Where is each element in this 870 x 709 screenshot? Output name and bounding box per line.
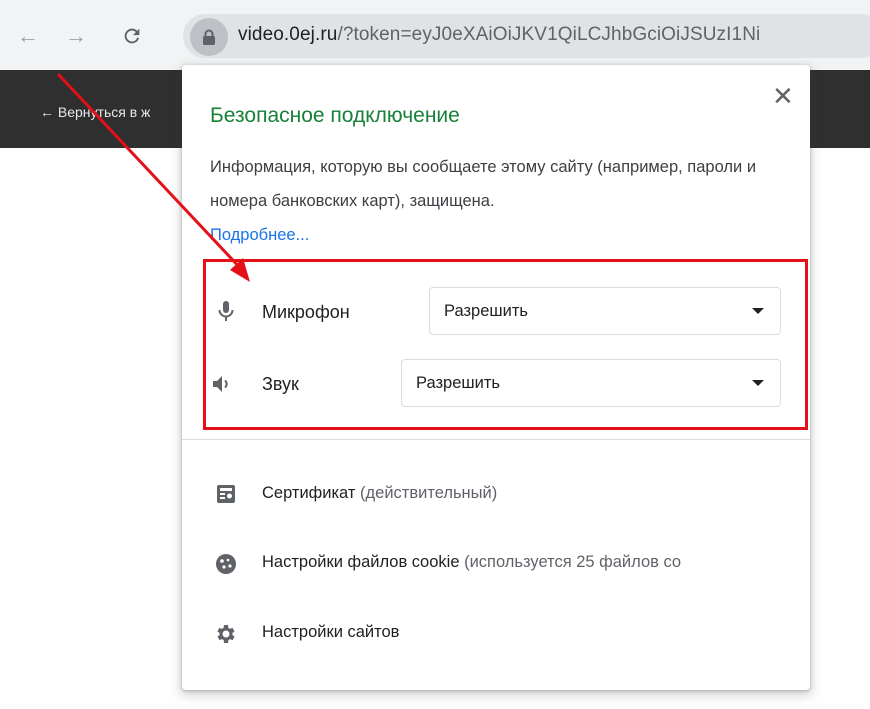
menu-item-cookies[interactable]: Настройки файлов cookie (используется 25… bbox=[262, 553, 681, 572]
certificate-label: Сертификат bbox=[262, 484, 356, 502]
more-link[interactable]: Подробнее... bbox=[210, 226, 309, 245]
menu-item-site-settings[interactable]: Настройки сайтов bbox=[262, 623, 399, 642]
url-path: /?token=eyJ0eXAiOiJKV1QiLCJhbGciOiJSUzI1… bbox=[337, 24, 761, 45]
forward-arrow-icon[interactable]: → bbox=[62, 22, 90, 50]
site-settings-label: Настройки сайтов bbox=[262, 623, 400, 641]
popup-description: Информация, которую вы сообщаете этому с… bbox=[210, 158, 757, 210]
cookies-count: (используется 25 файлов со bbox=[459, 553, 682, 571]
reload-icon[interactable] bbox=[118, 22, 146, 50]
url-domain: video.0ej.ru bbox=[238, 24, 338, 45]
lock-icon bbox=[203, 29, 215, 45]
back-arrow-icon[interactable]: ← bbox=[14, 22, 42, 50]
popup-divider bbox=[182, 439, 810, 440]
certificate-status: (действительный) bbox=[355, 484, 498, 502]
gear-icon bbox=[217, 625, 235, 643]
site-info-button[interactable] bbox=[190, 18, 228, 56]
url-text[interactable]: video.0ej.ru/?token=eyJ0eXAiOiJKV1QiLCJh… bbox=[238, 24, 760, 46]
cookies-label: Настройки файлов cookie bbox=[262, 553, 460, 571]
certificate-icon bbox=[217, 485, 235, 503]
cookie-icon bbox=[216, 554, 236, 574]
back-link[interactable]: ← Вернуться в ж bbox=[40, 104, 150, 120]
popup-title: Безопасное подключение bbox=[210, 104, 460, 127]
menu-item-certificate[interactable]: Сертификат (действительный) bbox=[262, 484, 497, 503]
close-icon[interactable]: ✕ bbox=[772, 83, 794, 109]
annotation-highlight-box bbox=[203, 259, 808, 430]
